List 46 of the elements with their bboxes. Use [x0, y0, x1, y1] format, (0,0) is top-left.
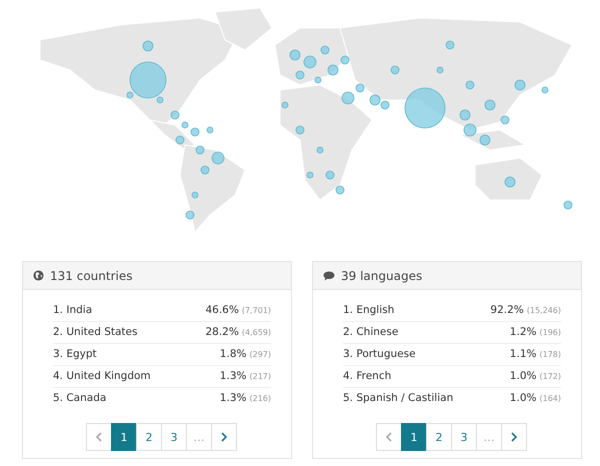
- rank-label: 2. United States: [53, 326, 138, 338]
- page-button[interactable]: 2: [426, 423, 452, 451]
- percent-value: 1.0%: [510, 370, 536, 382]
- rank-label: 3. Egypt: [53, 348, 97, 360]
- page-button[interactable]: 1: [401, 423, 427, 451]
- rank-label: 4. French: [343, 370, 392, 382]
- speech-bubble-icon: [323, 270, 335, 280]
- percent-value: 1.3%: [220, 370, 246, 382]
- count-value: (15,246): [526, 306, 561, 315]
- percent-value: 92.2%: [490, 304, 524, 316]
- chevron-icon: [221, 432, 227, 442]
- count-value: (7,701): [242, 306, 271, 315]
- percent-value: 1.0%: [510, 392, 536, 404]
- count-value: (297): [249, 350, 271, 359]
- next-page-button[interactable]: [501, 423, 527, 451]
- page-button[interactable]: 3: [161, 423, 187, 451]
- rank-label: 1. English: [343, 304, 394, 316]
- percent-value: 28.2%: [205, 326, 239, 338]
- percent-value: 1.1%: [510, 348, 536, 360]
- rank-label: 2. Chinese: [343, 326, 398, 338]
- rank-label: 3. Portuguese: [343, 348, 416, 360]
- page-button[interactable]: 1: [111, 423, 137, 451]
- count-value: (4,659): [242, 328, 271, 337]
- count-value: (196): [539, 328, 561, 337]
- page-button[interactable]: 3: [451, 423, 477, 451]
- rank-label: 5. Spanish / Castilian: [343, 392, 454, 404]
- count-value: (172): [539, 372, 561, 381]
- rank-label: 5. Canada: [53, 392, 106, 404]
- rank-label: 1. India: [53, 304, 92, 316]
- count-value: (217): [249, 372, 271, 381]
- percent-value: 46.6%: [205, 304, 239, 316]
- count-value: (216): [249, 394, 271, 403]
- next-page-button[interactable]: [211, 423, 237, 451]
- chevron-icon: [386, 432, 392, 442]
- percent-value: 1.8%: [220, 348, 246, 360]
- page-button[interactable]: 2: [136, 423, 162, 451]
- chevron-icon: [96, 432, 102, 442]
- chevron-icon: [511, 432, 517, 442]
- panel-title: 39 languages: [341, 268, 422, 282]
- rank-label: 4. United Kingdom: [53, 370, 151, 382]
- panel-title: 131 countries: [50, 268, 132, 282]
- globe-icon: [33, 270, 44, 281]
- count-value: (178): [539, 350, 561, 359]
- percent-value: 1.2%: [510, 326, 536, 338]
- count-value: (164): [539, 394, 561, 403]
- percent-value: 1.3%: [220, 392, 246, 404]
